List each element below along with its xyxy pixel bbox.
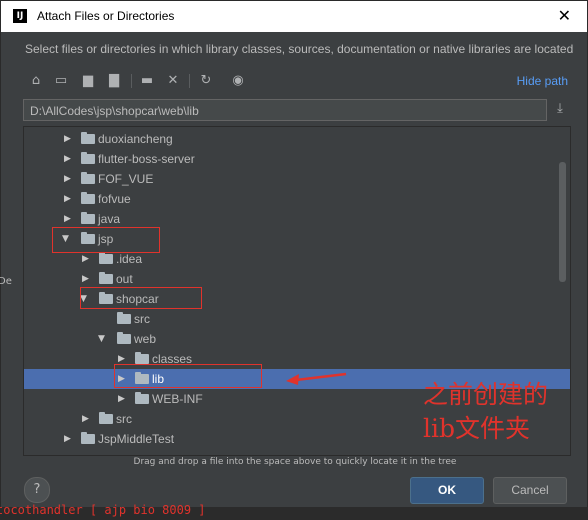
cancel-button[interactable]: Cancel <box>493 477 567 504</box>
folder-icon <box>99 412 113 424</box>
folder-icon <box>81 432 95 444</box>
ok-button[interactable]: OK <box>410 477 484 504</box>
expand-arrow-icon[interactable]: ▶ <box>82 273 92 285</box>
refresh-icon[interactable]: ↻ <box>197 71 215 91</box>
folder-icon <box>117 332 131 344</box>
tree-row-label: FOF_VUE <box>98 172 154 186</box>
tree-row[interactable]: ▶ out <box>24 269 570 289</box>
folder-icon <box>81 192 95 204</box>
drag-drop-hint: Drag and drop a file into the space abov… <box>133 457 457 467</box>
tree-row-label: java <box>98 212 121 226</box>
folder-icon <box>81 172 95 184</box>
folder-icon <box>135 392 149 404</box>
folder-icon <box>99 272 113 284</box>
delete-icon[interactable]: ✕ <box>164 71 182 91</box>
annotation-arrow-icon <box>286 372 347 385</box>
tree-row[interactable]: ▶ duoxiancheng <box>24 129 570 149</box>
tree-row-label: web <box>134 332 157 346</box>
hide-path-link[interactable]: Hide path <box>517 74 568 88</box>
dialog-description: Select files or directories in which lib… <box>25 42 574 56</box>
tree-row[interactable]: ▼ web <box>24 329 570 349</box>
folder-icon <box>81 132 95 144</box>
project-icon[interactable]: ▆ <box>79 71 97 91</box>
expand-arrow-icon[interactable]: ▶ <box>64 433 74 445</box>
module-icon[interactable]: ▇ <box>105 71 123 91</box>
scrollbar-thumb[interactable] <box>559 162 566 282</box>
expand-arrow-icon[interactable]: ▶ <box>118 393 128 405</box>
folder-icon <box>117 312 131 324</box>
folder-icon <box>81 212 95 224</box>
background-console-text: tocothandler [ ajp bio 8009 ] <box>0 503 206 517</box>
tree-row[interactable]: src <box>24 309 570 329</box>
toolbar-separator <box>189 74 190 88</box>
close-icon[interactable]: ✕ <box>558 6 571 25</box>
tree-row-label: JspMiddleTest <box>98 432 175 446</box>
expand-arrow-icon[interactable]: ▶ <box>82 253 92 265</box>
tree-row-label: WEB-INF <box>152 392 203 406</box>
folder-icon <box>81 152 95 164</box>
expand-arrow-icon[interactable]: ▶ <box>64 153 74 165</box>
tree-row-label: flutter-boss-server <box>98 152 195 166</box>
expand-arrow-icon[interactable]: ▶ <box>64 173 74 185</box>
home-icon[interactable]: ⌂ <box>27 71 45 91</box>
expand-arrow-icon[interactable]: ▶ <box>82 413 92 425</box>
tree-row-label: out <box>116 272 133 286</box>
tree-row-label: src <box>134 312 150 326</box>
show-hidden-icon[interactable]: ◉ <box>229 71 247 91</box>
tree-row[interactable]: ▶ classes <box>24 349 570 369</box>
tree-row[interactable]: ▶ java <box>24 209 570 229</box>
folder-icon <box>135 352 149 364</box>
folder-icon <box>99 252 113 264</box>
help-button[interactable]: ? <box>24 477 50 503</box>
dialog-title: Attach Files or Directories <box>37 9 175 23</box>
tree-row-label: fofvue <box>98 192 131 206</box>
toolbar-separator <box>131 74 132 88</box>
tree-row[interactable]: ▶ flutter-boss-server <box>24 149 570 169</box>
highlight-box-jsp <box>52 227 160 253</box>
tree-row[interactable]: ▶ FOF_VUE <box>24 169 570 189</box>
expand-arrow-icon[interactable]: ▶ <box>64 193 74 205</box>
tree-row-label: src <box>116 412 132 426</box>
path-field[interactable]: D:\AllCodes\jsp\shopcar\web\lib <box>23 99 547 121</box>
expand-arrow-icon[interactable]: ▶ <box>64 213 74 225</box>
expand-arrow-icon[interactable]: ▶ <box>64 133 74 145</box>
highlight-box-shopcar <box>80 287 202 309</box>
new-folder-icon[interactable]: ▬ <box>138 71 156 91</box>
annotation-line-1: 之前创建的 <box>423 380 549 409</box>
toolbar: ⌂ ▭ ▆ ▇ ▬ ✕ ↻ ◉ Hide path <box>23 71 568 93</box>
desktop-icon[interactable]: ▭ <box>52 71 70 91</box>
tree-row-label: duoxiancheng <box>98 132 173 146</box>
tree-row[interactable]: ▶ fofvue <box>24 189 570 209</box>
intellij-logo-icon: IJ <box>13 9 27 23</box>
download-icon[interactable]: ⤓ <box>552 101 568 119</box>
collapse-arrow-icon[interactable]: ▼ <box>98 333 108 345</box>
highlight-box-lib <box>114 364 262 388</box>
background-left-text: De <box>0 276 12 287</box>
title-bar: IJ Attach Files or Directories ✕ <box>1 1 587 32</box>
annotation-line-2: lib文件夹 <box>423 414 530 443</box>
tree-row-label: .idea <box>116 252 143 266</box>
